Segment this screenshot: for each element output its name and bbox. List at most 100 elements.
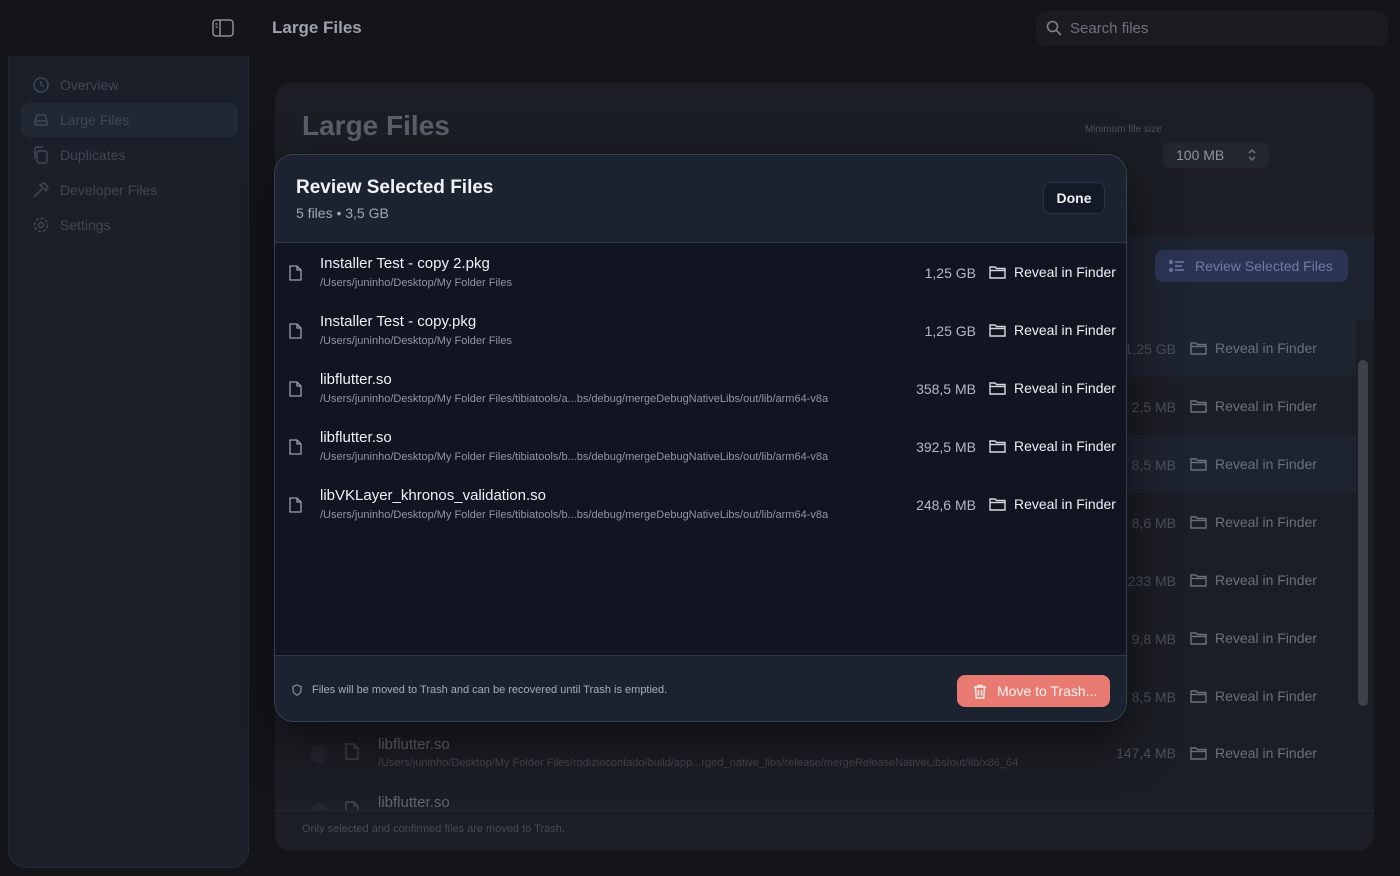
modal-title: Review Selected Files	[296, 177, 494, 198]
min-size-select[interactable]: 100 MB	[1163, 142, 1269, 168]
review-modal: Review Selected Files 5 files • 3,5 GB D…	[274, 154, 1127, 722]
done-button[interactable]: Done	[1043, 182, 1105, 214]
file-size: 2,5 MB	[1131, 399, 1176, 415]
file-name: Installer Test - copy 2.pkg	[320, 255, 490, 272]
sidebar-item-overview[interactable]: Overview	[21, 68, 238, 102]
trash-info-text: Files will be moved to Trash and can be …	[312, 684, 668, 696]
reveal-in-finder-button[interactable]: Reveal in Finder	[989, 322, 1116, 338]
document-icon	[289, 381, 302, 397]
folder-icon	[989, 382, 1006, 395]
file-name: libVKLayer_khronos_validation.so	[320, 487, 546, 504]
sidebar-toggle-icon[interactable]	[212, 19, 234, 37]
table-row[interactable]: 8,5 MB Reveal in Finder	[1126, 435, 1356, 493]
sidebar-item-developer-files[interactable]: Developer Files	[21, 173, 238, 207]
reveal-in-finder-button[interactable]: Reveal in Finder	[1190, 630, 1317, 646]
table-row[interactable]: libflutter.so /Users/juninho/Desktop/My …	[290, 725, 1356, 783]
search-input[interactable]	[1070, 11, 1370, 46]
gear-icon	[33, 217, 49, 233]
page-title: Large Files	[302, 110, 450, 141]
move-to-trash-button[interactable]: Move to Trash...	[957, 675, 1110, 707]
modal-subtitle: 5 files • 3,5 GB	[296, 205, 389, 221]
reveal-in-finder-button[interactable]: Reveal in Finder	[989, 380, 1116, 396]
document-icon	[289, 497, 302, 513]
sidebar-item-label: Settings	[60, 217, 111, 233]
search-box[interactable]	[1036, 11, 1388, 46]
min-size-value: 100 MB	[1176, 147, 1225, 163]
trash-icon	[974, 684, 986, 699]
folder-icon	[1190, 516, 1207, 529]
table-row[interactable]: 1,25 GB Reveal in Finder	[1124, 319, 1356, 377]
file-path: /Users/juninho/Desktop/My Folder Files	[320, 277, 512, 289]
file-name: libflutter.so	[378, 736, 450, 753]
file-name: libflutter.so	[320, 371, 392, 388]
sidebar-item-settings[interactable]: Settings	[21, 208, 238, 242]
table-row[interactable]: 8,6 MB Reveal in Finder	[1126, 493, 1356, 551]
folder-icon	[1190, 400, 1207, 413]
footer-note: Only selected and confirmed files are mo…	[302, 823, 565, 835]
reveal-in-finder-button[interactable]: Reveal in Finder	[1190, 514, 1317, 530]
reveal-in-finder-button[interactable]: Reveal in Finder	[1190, 456, 1317, 472]
sidebar-item-label: Duplicates	[60, 147, 126, 163]
list-icon	[1169, 260, 1184, 272]
window-title: Large Files	[272, 18, 362, 37]
file-size: 392,5 MB	[916, 439, 976, 455]
reveal-in-finder-button[interactable]: Reveal in Finder	[989, 496, 1116, 512]
file-path: /Users/juninho/Desktop/My Folder Files/t…	[320, 393, 829, 405]
review-button-label: Review Selected Files	[1195, 258, 1333, 274]
modal-header: Review Selected Files 5 files • 3,5 GB D…	[275, 155, 1126, 243]
reveal-in-finder-button[interactable]: Reveal in Finder	[989, 264, 1116, 280]
file-size: 1,25 GB	[1124, 341, 1176, 357]
file-path: /Users/juninho/Desktop/My Folder Files	[320, 335, 512, 347]
row-checkbox[interactable]	[310, 745, 328, 763]
file-size: 8,5 MB	[1131, 689, 1176, 705]
sidebar-item-large-files[interactable]: Large Files	[21, 103, 238, 137]
document-icon	[289, 323, 302, 339]
list-item: libVKLayer_khronos_validation.so /Users/…	[275, 475, 1126, 533]
table-row[interactable]: 233 MB Reveal in Finder	[1126, 551, 1356, 609]
file-size: 8,5 MB	[1131, 457, 1176, 473]
reveal-in-finder-button[interactable]: Reveal in Finder	[989, 438, 1116, 454]
document-icon	[345, 743, 359, 760]
modal-footer: Files will be moved to Trash and can be …	[275, 655, 1126, 721]
sidebar-item-label: Large Files	[60, 112, 130, 128]
scrollbar-thumb[interactable]	[1358, 360, 1368, 706]
file-size: 248,6 MB	[916, 497, 976, 513]
copy-icon	[34, 146, 48, 164]
move-to-trash-label: Move to Trash...	[997, 683, 1098, 699]
folder-icon	[1190, 574, 1207, 587]
list-item: Installer Test - copy 2.pkg /Users/junin…	[275, 243, 1126, 301]
list-item: libflutter.so /Users/juninho/Desktop/My …	[275, 417, 1126, 475]
sidebar-item-label: Developer Files	[60, 182, 158, 198]
file-size: 147,4 MB	[1116, 745, 1176, 761]
hammer-icon	[33, 182, 49, 198]
folder-icon	[1190, 458, 1207, 471]
file-size: 1,25 GB	[924, 265, 976, 281]
clock-icon	[33, 77, 49, 93]
reveal-in-finder-button[interactable]: Reveal in Finder	[1190, 398, 1317, 414]
sidebar: Overview Large Files Duplicates Develope…	[8, 56, 249, 868]
reveal-in-finder-button[interactable]: Reveal in Finder	[1190, 340, 1317, 356]
folder-icon	[989, 440, 1006, 453]
reveal-in-finder-button[interactable]: Reveal in Finder	[1190, 688, 1317, 704]
table-row[interactable]: 9,8 MB Reveal in Finder	[1126, 609, 1356, 667]
folder-icon	[989, 498, 1006, 511]
row-checkbox[interactable]	[310, 803, 328, 810]
file-name: Installer Test - copy.pkg	[320, 313, 477, 330]
document-icon	[289, 265, 302, 281]
table-row[interactable]: libflutter.so	[290, 783, 1356, 810]
file-size: 8,6 MB	[1131, 515, 1176, 531]
file-size: 233 MB	[1127, 573, 1176, 589]
table-row[interactable]: 8,5 MB Reveal in Finder	[1126, 667, 1356, 725]
file-path: /Users/juninho/Desktop/My Folder Files/t…	[320, 509, 829, 521]
reveal-in-finder-button[interactable]: Reveal in Finder	[1190, 745, 1317, 761]
file-name: libflutter.so	[320, 429, 392, 446]
sidebar-item-duplicates[interactable]: Duplicates	[21, 138, 238, 172]
document-icon	[345, 801, 359, 810]
document-icon	[289, 439, 302, 455]
reveal-in-finder-button[interactable]: Reveal in Finder	[1190, 572, 1317, 588]
folder-icon	[989, 266, 1006, 279]
table-row[interactable]: 2,5 MB Reveal in Finder	[1126, 377, 1356, 435]
folder-icon	[1190, 342, 1207, 355]
review-selected-files-button[interactable]: Review Selected Files	[1155, 250, 1348, 282]
sidebar-item-label: Overview	[60, 77, 119, 93]
